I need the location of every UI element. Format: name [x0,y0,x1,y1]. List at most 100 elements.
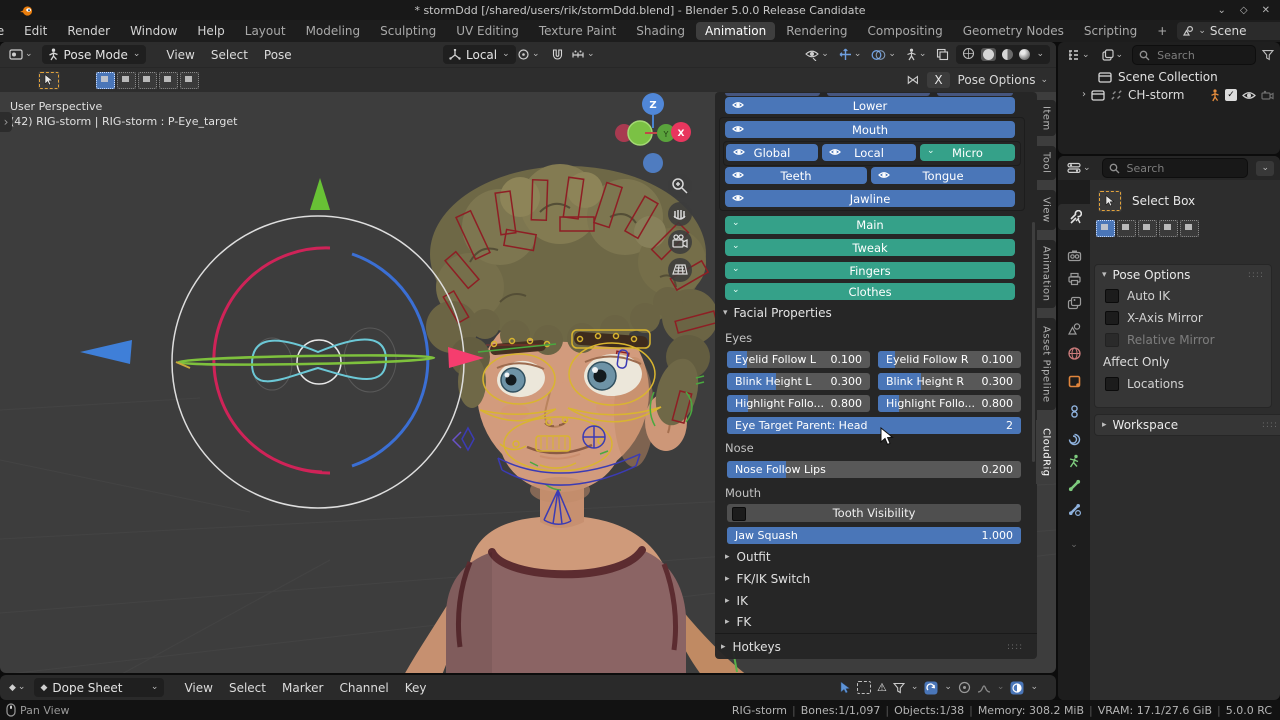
slider-blink-height-r[interactable]: Blink Height R 0.300 [878,373,1021,390]
toolbar-expand-button[interactable]: › [0,112,12,132]
panel-ik[interactable]: ▸ IK [725,594,748,608]
render-visibility-camera-icon[interactable] [1261,90,1274,101]
auto-ik-checkbox[interactable] [1105,289,1119,303]
dope-menu-view[interactable]: View [176,681,220,695]
locations-checkbox[interactable] [1105,377,1119,391]
shading-wireframe-button[interactable] [962,47,975,63]
npanel-tab-tool[interactable]: Tool [1036,146,1056,180]
select-mode-set[interactable] [96,72,115,89]
workspace-tab-layout[interactable]: Layout [236,22,295,40]
workspace-tab-uv-editing[interactable]: UV Editing [447,22,528,40]
outliner-search-input[interactable] [1155,48,1249,63]
slider-jaw-squash[interactable]: Jaw Squash 1.000 [727,527,1021,544]
panel-fkik-switch[interactable]: ▸ FK/IK Switch [725,572,810,586]
add-workspace-button[interactable]: + [1148,22,1176,40]
panel-hotkeys[interactable]: ▸ Hotkeys [721,640,781,654]
x-axis-mirror-option[interactable]: X-Axis Mirror [1095,307,1271,329]
mode-selector[interactable]: Pose Mode ⌄ [42,45,147,64]
tab-view-layer[interactable] [1058,290,1090,316]
menu-file[interactable]: File [0,24,14,38]
xray-pose-dropdown[interactable]: ⌄ [903,45,930,64]
tooth-visibility-toggle[interactable]: Tooth Visibility [727,504,1021,522]
gizmos-toggle[interactable]: ⌄ [836,45,865,64]
slider-eyelid-follow-r[interactable]: Eyelid Follow R 0.100 [878,351,1021,368]
menu-edit[interactable]: Edit [14,24,57,38]
panel-scrollbar[interactable] [1032,222,1035,462]
dope-menu-channel[interactable]: Channel [331,681,396,695]
shading-material-button[interactable] [1002,49,1013,60]
select-mode-set[interactable] [1096,220,1115,237]
tab-scene[interactable] [1058,316,1090,342]
overlays-toggle[interactable]: ⌄ [868,45,899,64]
transform-orientation-dropdown[interactable]: Local ⌄ [443,45,516,64]
npanel-tab-cloudrig[interactable]: CloudRig [1036,420,1056,484]
panel-outfit[interactable]: ▸ Outfit [725,550,771,564]
panel-fk[interactable]: ▸ FK [725,615,751,629]
dope-menu-marker[interactable]: Marker [274,681,331,695]
tooth-visibility-checkbox[interactable] [732,507,746,521]
snapping-icon[interactable] [924,681,938,695]
tab-object[interactable] [1058,368,1090,394]
npanel-tab-animation[interactable]: Animation [1036,240,1056,308]
npanel-tab-asset-pipeline[interactable]: Asset Pipeline [1036,318,1056,410]
snap-toggle[interactable] [548,45,567,64]
render-passes-button[interactable] [933,45,952,64]
menu-render[interactable]: Render [57,24,120,38]
drag-handle-icon[interactable]: :::: [1262,420,1278,430]
workspace-panel[interactable]: ▸ Workspace :::: [1094,414,1280,436]
properties-search-input[interactable] [1125,161,1219,176]
select-mode-invert[interactable] [1159,220,1178,237]
workspace-tab-compositing[interactable]: Compositing [858,22,951,40]
pose-options-panel-header[interactable]: ▾ Pose Options :::: [1095,265,1271,285]
close-button[interactable]: ✕ [1262,5,1270,16]
properties-editor-type-button[interactable]: ⌄ [1064,159,1094,178]
snap-settings-dropdown[interactable]: ⌄ [568,45,598,64]
viewport-3d[interactable]: ⌄ Pose Mode ⌄ View Select Pose Local ⌄ [0,42,1056,673]
show-errors-icon[interactable]: ⚠ [877,681,887,694]
select-mode-subtract[interactable] [1138,220,1157,237]
dope-menu-key[interactable]: Key [397,681,435,695]
filter-icon[interactable] [1262,49,1274,61]
x-axis-mirror-checkbox[interactable] [1105,311,1119,325]
navigation-gizmo[interactable]: Z Y X [615,93,691,173]
locations-option[interactable]: Locations [1095,373,1271,395]
selectable-checkbox[interactable]: ✓ [1225,89,1237,101]
expand-arrow-icon[interactable]: › [1082,90,1086,100]
layer-button-teeth[interactable]: Teeth [725,167,867,184]
shading-rendered-button[interactable] [1019,49,1030,60]
drag-handle-icon[interactable]: :::: [1007,642,1023,652]
only-show-selected-icon[interactable] [840,681,851,694]
properties-search[interactable] [1102,158,1249,178]
workspace-tab-scripting[interactable]: Scripting [1075,22,1146,40]
hide-eye-icon[interactable] [1242,90,1256,101]
shading-solid-button[interactable] [981,48,996,61]
layer-button-micro[interactable]: ⌄ Micro [920,144,1015,161]
tab-object-data[interactable] [1058,448,1090,474]
slider-highlight-follow-l[interactable]: Highlight Follo... 0.800 [727,395,870,412]
outliner-row-scene-collection[interactable]: Scene Collection [1058,68,1280,86]
dope-sheet-mode-dropdown[interactable]: ◆ Dope Sheet ⌄ [34,678,164,697]
workspace-tab-texture-paint[interactable]: Texture Paint [530,22,625,40]
filters-icon[interactable] [893,682,905,694]
drag-handle-icon[interactable]: :::: [1248,270,1264,280]
properties-options-button[interactable]: ⌄ [1256,161,1274,176]
tab-bone[interactable] [1058,472,1090,498]
tab-constraints[interactable] [1058,398,1090,424]
editor-type-button[interactable]: ⌄ [6,45,36,64]
workspace-tab-modeling[interactable]: Modeling [297,22,370,40]
viewport-menu-pose[interactable]: Pose [256,48,300,62]
active-tool-row[interactable]: Select Box [1098,190,1280,212]
layer-button-global[interactable]: Global [726,144,818,161]
menu-window[interactable]: Window [120,24,187,38]
tab-strip-overflow[interactable]: ⌄ [1058,532,1090,558]
slider-highlight-follow-r[interactable]: Highlight Follo... 0.800 [878,395,1021,412]
workspace-tab-rendering[interactable]: Rendering [777,22,856,40]
layer-button-tweak[interactable]: ⌄ Tweak [725,239,1015,256]
npanel-tab-item[interactable]: Item [1036,100,1056,136]
dope-sheet-editor-type-button[interactable]: ◆ ⌄ [6,678,28,697]
viewport-menu-select[interactable]: Select [203,48,256,62]
tab-world[interactable] [1058,340,1090,366]
layer-button-jawline[interactable]: Jawline [725,190,1015,207]
layer-button-mouth[interactable]: Mouth [725,121,1015,138]
overlays-toggle-icon[interactable] [1010,681,1024,695]
